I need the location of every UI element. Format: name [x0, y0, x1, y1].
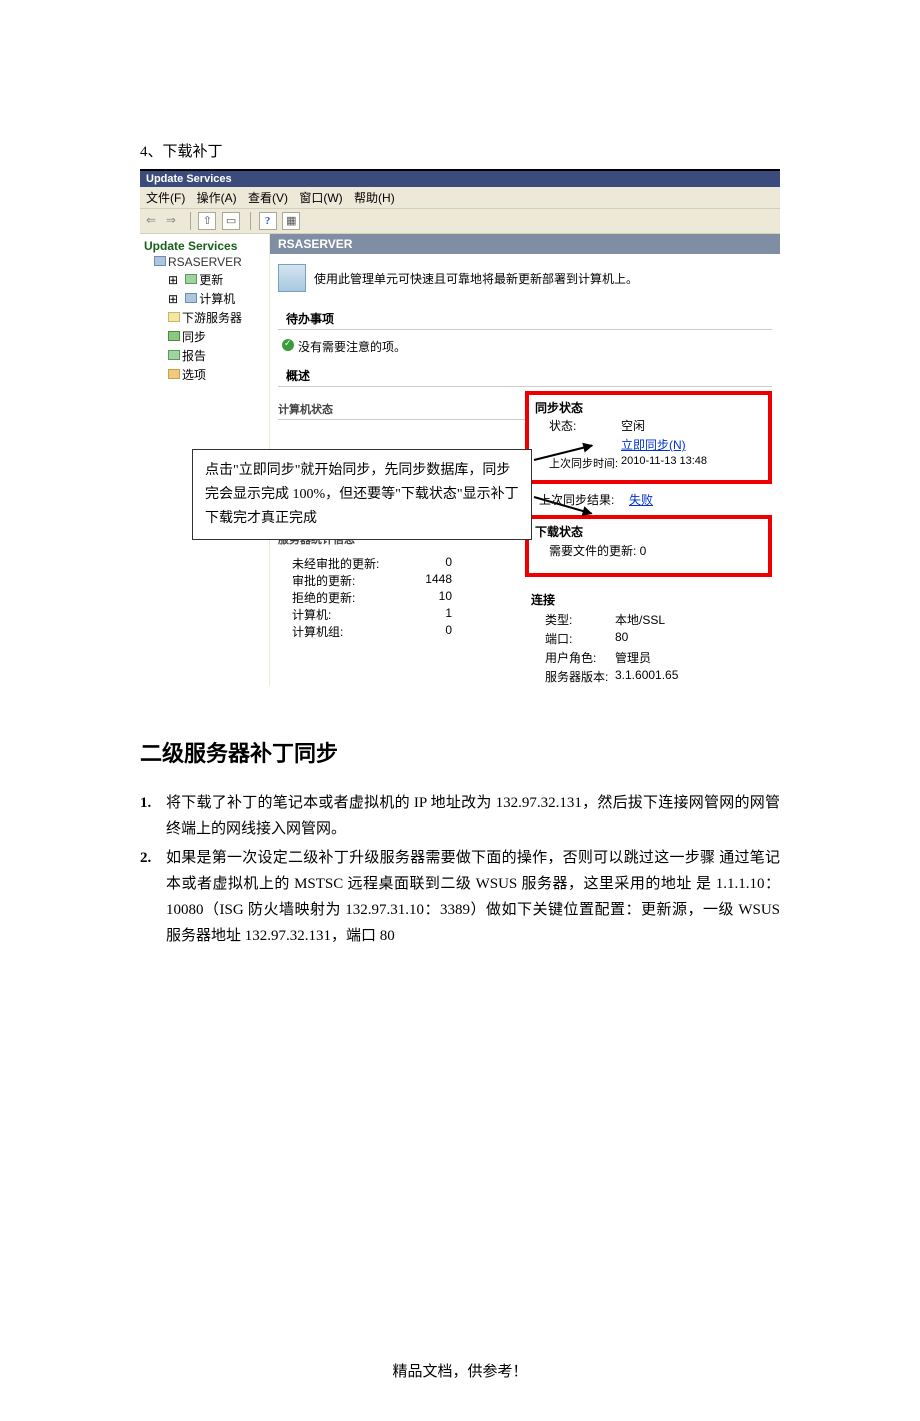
menu-action[interactable]: 操作(A): [197, 191, 237, 205]
download-status-text: 需要文件的更新: 0: [535, 540, 762, 565]
toolbar: ⇐ ⇒ ⇧ ▭ ? ▦: [140, 209, 780, 234]
section-number: 4、下载补丁: [140, 140, 780, 161]
server-stats-table: 未经审批的更新:0 审批的更新:1448 拒绝的更新:10 计算机:1 计算机组…: [278, 553, 525, 640]
annotation-callout: 点击"立即同步"就开始同步，先同步数据库，同步完会显示完成 100%，但还要等"…: [192, 449, 532, 540]
tree-root[interactable]: Update Services: [140, 238, 269, 254]
download-status-heading: 下载状态: [535, 523, 762, 540]
download-status-box: 下载状态 需要文件的更新: 0: [525, 515, 772, 577]
server-icon: [278, 264, 306, 292]
todo-item: 没有需要注意的项。: [270, 334, 780, 359]
last-result-link[interactable]: 失败: [629, 491, 653, 508]
tree-updates[interactable]: ⊞ 更新: [140, 270, 269, 289]
tool-props-icon[interactable]: ▭: [222, 212, 240, 230]
tree-reports[interactable]: 报告: [140, 346, 269, 365]
sync-status-heading: 同步状态: [535, 399, 762, 416]
connection-table: 类型:本地/SSL 端口:80 用户角色:管理员 服务器版本:3.1.6001.…: [525, 610, 772, 686]
overview-heading: 概述: [278, 359, 772, 387]
nav-forward-icon[interactable]: ⇒: [166, 213, 176, 228]
computer-status-heading: 计算机状态: [278, 397, 525, 420]
tool-refresh-icon[interactable]: ▦: [282, 212, 300, 230]
todo-heading: 待办事项: [278, 302, 772, 330]
nav-back-icon[interactable]: ⇐: [146, 213, 156, 228]
pane-title: RSASERVER: [270, 234, 780, 254]
screenshot-container: Update Services 文件(F) 操作(A) 查看(V) 窗口(W) …: [140, 169, 780, 686]
tree-server[interactable]: RSASERVER: [140, 254, 269, 270]
sync-status-box: 同步状态 状态:空闲 立即同步(N) 上次同步时间:2010-11-13 13:…: [525, 391, 772, 484]
menu-window[interactable]: 窗口(W): [299, 191, 342, 205]
steps-list: 1.将下载了补丁的笔记本或者虚拟机的 IP 地址改为 132.97.32.131…: [140, 790, 780, 950]
window-title: Update Services: [140, 171, 780, 187]
menu-file[interactable]: 文件(F): [146, 191, 185, 205]
tree-options[interactable]: 选项: [140, 365, 269, 384]
content-pane: RSASERVER 使用此管理单元可快速且可靠地将最新更新部署到计算机上。 待办…: [270, 234, 780, 686]
page-footer: 精品文档，供参考！: [140, 1360, 780, 1381]
tree-sync[interactable]: 同步: [140, 327, 269, 346]
ok-icon: [282, 339, 294, 351]
step-item: 1.将下载了补丁的笔记本或者虚拟机的 IP 地址改为 132.97.32.131…: [140, 790, 780, 843]
tree-computers[interactable]: ⊞ 计算机: [140, 289, 269, 308]
step-item: 2.如果是第一次设定二级补丁升级服务器需要做下面的操作，否则可以跳过这一步骤 通…: [140, 845, 780, 950]
tree-downstream[interactable]: 下游服务器: [140, 308, 269, 327]
menu-bar: 文件(F) 操作(A) 查看(V) 窗口(W) 帮助(H): [140, 187, 780, 209]
tool-up-icon[interactable]: ⇧: [198, 212, 216, 230]
pane-desc-text: 使用此管理单元可快速且可靠地将最新更新部署到计算机上。: [314, 270, 638, 287]
menu-view[interactable]: 查看(V): [248, 191, 288, 205]
tool-help-icon[interactable]: ?: [259, 212, 277, 230]
connection-heading: 连接: [525, 583, 772, 610]
sync-now-link[interactable]: 立即同步(N): [621, 438, 686, 452]
section-2-heading: 二级服务器补丁同步: [140, 736, 780, 768]
menu-help[interactable]: 帮助(H): [354, 191, 395, 205]
